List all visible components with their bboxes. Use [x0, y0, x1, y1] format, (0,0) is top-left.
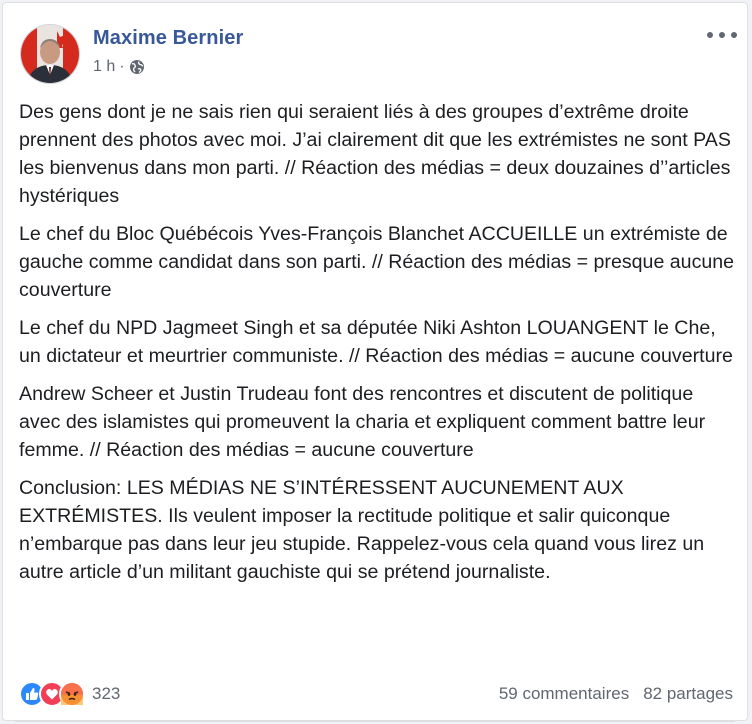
engagement-stats: 59 commentaires 82 partages — [499, 684, 733, 704]
avatar[interactable] — [20, 24, 80, 84]
dot — [719, 32, 725, 38]
post-footer: 323 59 commentaires 82 partages — [19, 680, 733, 708]
footer-divider — [15, 721, 735, 722]
post-paragraph: Le chef du NPD Jagmeet Singh et sa déput… — [19, 317, 733, 367]
post-paragraph: Des gens dont je ne sais rien qui seraie… — [19, 101, 731, 207]
post-timestamp[interactable]: 1 h — [93, 58, 115, 76]
author-name[interactable]: Maxime Bernier — [93, 27, 243, 50]
post-paragraph: Andrew Scheer et Justin Trudeau font des… — [19, 383, 706, 461]
post-body: Des gens dont je ne sais rien qui seraie… — [19, 98, 737, 596]
shares-link[interactable]: 82 partages — [643, 684, 733, 704]
meta-separator: · — [119, 58, 125, 75]
dot — [731, 32, 737, 38]
post-card: Maxime Bernier 1 h · Des gens dont je ne… — [2, 2, 748, 722]
post-meta: 1 h · — [93, 58, 145, 76]
globe-icon — [129, 59, 145, 75]
more-options-icon[interactable] — [707, 27, 737, 43]
post-paragraph: Conclusion: LES MÉDIAS NE S’INTÉRESSENT … — [19, 477, 705, 583]
post-paragraph: Le chef du Bloc Québécois Yves-François … — [19, 223, 735, 301]
comments-link[interactable]: 59 commentaires — [499, 684, 629, 704]
dot — [707, 32, 713, 38]
reactions-summary[interactable]: 323 — [19, 681, 120, 707]
angry-icon — [59, 681, 85, 707]
reaction-count: 323 — [92, 684, 121, 703]
